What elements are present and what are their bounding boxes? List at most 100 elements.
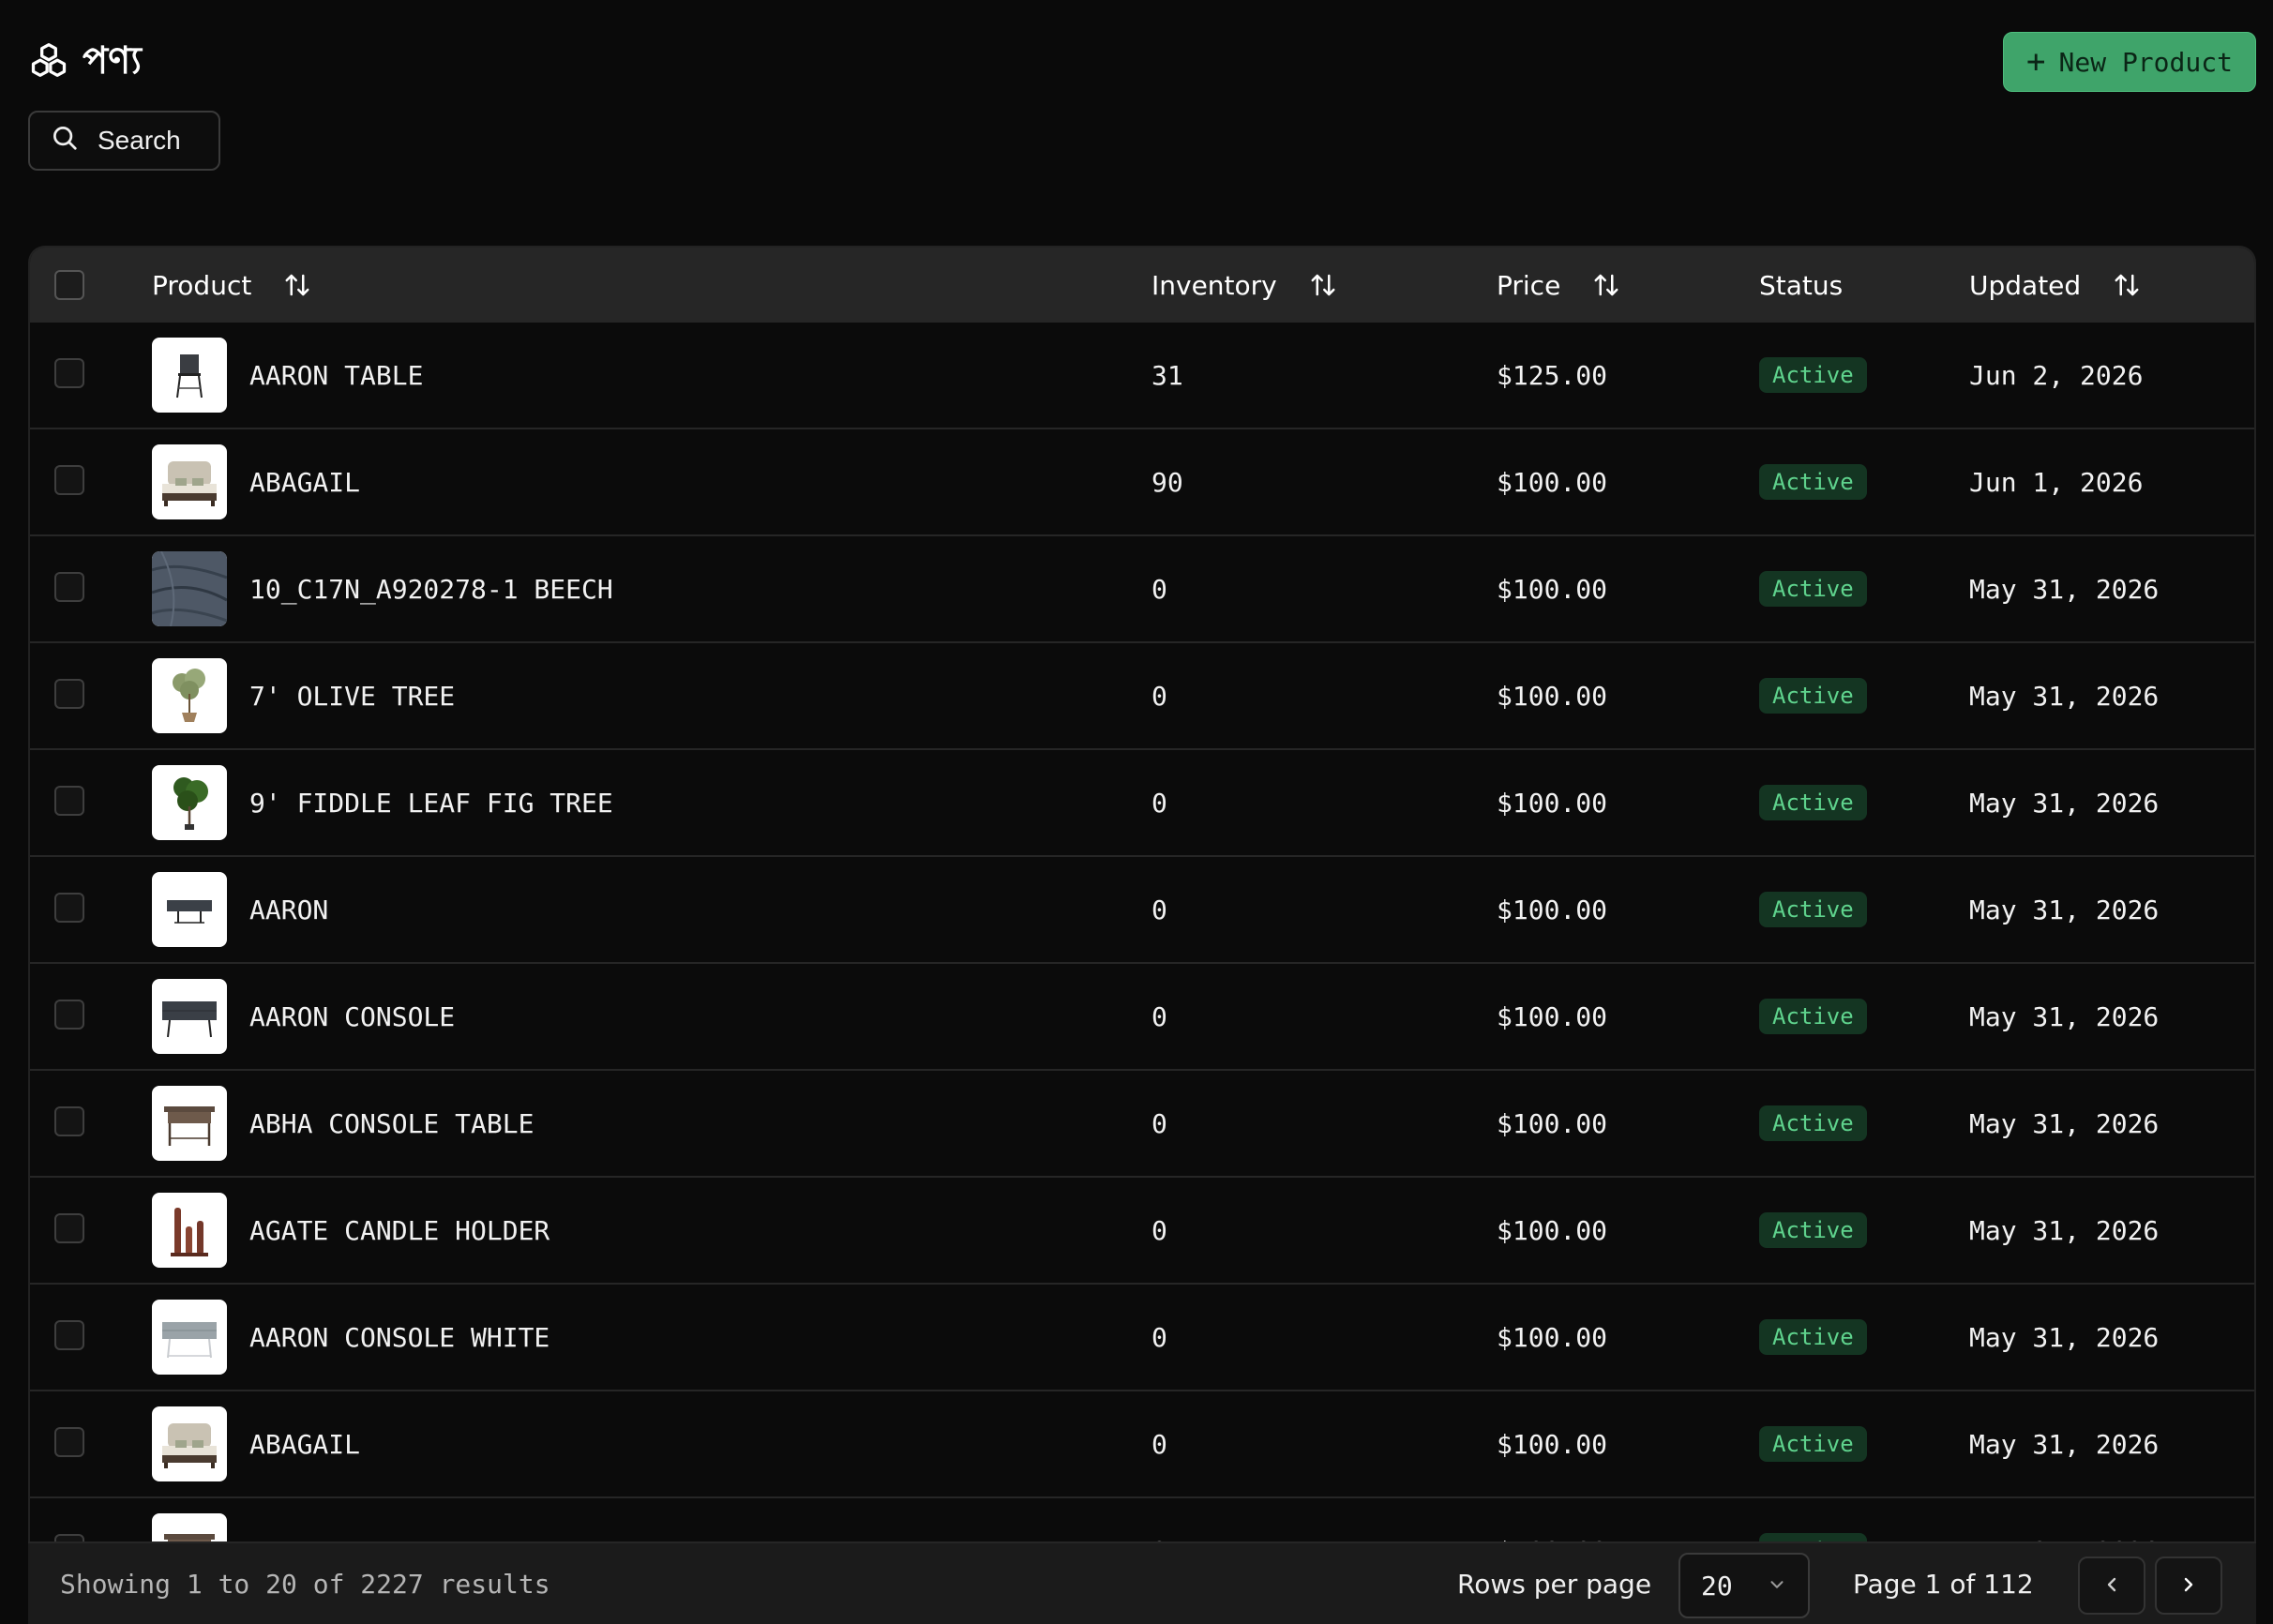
- updated-date: May 31, 2026: [1969, 894, 2160, 925]
- status-badge: Active: [1759, 1212, 1867, 1248]
- page-header: পণ্য + New Product: [28, 32, 2256, 92]
- row-checkbox[interactable]: [54, 786, 84, 816]
- price-value: $100.00: [1497, 1214, 1608, 1246]
- product-thumbnail: [152, 444, 227, 519]
- updated-date: May 31, 2026: [1969, 1321, 2160, 1353]
- page-indicator: Page 1 of 112: [1853, 1568, 2034, 1600]
- row-checkbox[interactable]: [54, 679, 84, 709]
- table-row[interactable]: 9' FIDDLE LEAF FIG TREE 0 $100.00 Active May…: [30, 750, 2254, 857]
- chevron-right-icon: [2177, 1573, 2200, 1599]
- updated-date: May 31, 2026: [1969, 787, 2160, 819]
- product-thumbnail: [152, 979, 227, 1054]
- row-checkbox[interactable]: [54, 358, 84, 388]
- row-checkbox[interactable]: [54, 572, 84, 602]
- product-name[interactable]: 9' FIDDLE LEAF FIG TREE: [249, 750, 613, 855]
- column-product[interactable]: Product: [152, 270, 311, 301]
- updated-date: Jun 1, 2026: [1969, 466, 2144, 498]
- sort-icon[interactable]: [283, 271, 311, 299]
- row-checkbox[interactable]: [54, 1213, 84, 1243]
- next-page-button[interactable]: [2155, 1556, 2222, 1615]
- status-badge: Active: [1759, 999, 1867, 1034]
- page-title: পণ্য: [83, 38, 142, 83]
- status-badge: Active: [1759, 571, 1867, 607]
- product-thumbnail: [152, 765, 227, 840]
- row-checkbox[interactable]: [54, 1320, 84, 1350]
- table-row[interactable]: AARON CONSOLE 0 $100.00 Active May 31, 2026: [30, 964, 2254, 1071]
- status-badge: Active: [1759, 1426, 1867, 1462]
- product-name[interactable]: ABAGAIL: [249, 429, 360, 534]
- column-status-label: Status: [1759, 269, 1844, 301]
- inventory-value: 0: [1152, 1428, 1167, 1460]
- price-value: $100.00: [1497, 1428, 1608, 1460]
- rows-per-page-select[interactable]: 20: [1678, 1553, 1810, 1618]
- price-value: $100.00: [1497, 787, 1608, 819]
- table-row[interactable]: ABAGAIL 0 $100.00 Active May 31, 2026: [30, 1391, 2254, 1498]
- column-status: Status: [1759, 270, 1843, 301]
- inventory-value: 0: [1152, 1000, 1167, 1032]
- new-product-label: New Product: [2058, 46, 2233, 78]
- product-thumbnail: [152, 872, 227, 947]
- table-row[interactable]: AARON 0 $100.00 Active May 31, 2026: [30, 857, 2254, 964]
- product-thumbnail: [152, 1086, 227, 1161]
- sort-icon[interactable]: [2113, 271, 2141, 299]
- previous-page-button[interactable]: [2078, 1556, 2145, 1615]
- product-name[interactable]: AARON CONSOLE WHITE: [249, 1285, 549, 1390]
- product-name[interactable]: 7' OLIVE TREE: [249, 643, 455, 748]
- row-checkbox[interactable]: [54, 1000, 84, 1030]
- search-button[interactable]: Search: [28, 111, 220, 171]
- product-name[interactable]: ABAGAIL: [249, 1391, 360, 1496]
- column-product-label: Product: [152, 269, 252, 301]
- sort-icon[interactable]: [1592, 271, 1620, 299]
- column-updated[interactable]: Updated: [1969, 270, 2141, 301]
- select-all-checkbox[interactable]: [54, 270, 84, 300]
- inventory-value: 0: [1152, 1214, 1167, 1246]
- product-name[interactable]: 10_C17N_A920278-1 BEECH: [249, 536, 613, 641]
- chevron-down-icon: [1767, 1571, 1787, 1601]
- inventory-value: 0: [1152, 1321, 1167, 1353]
- inventory-value: 0: [1152, 894, 1167, 925]
- price-value: $100.00: [1497, 1107, 1608, 1139]
- price-value: $125.00: [1497, 359, 1608, 391]
- product-name[interactable]: ABHA CONSOLE TABLE: [249, 1071, 534, 1176]
- cubes-icon: [28, 41, 69, 83]
- updated-date: Jun 2, 2026: [1969, 359, 2144, 391]
- price-value: $100.00: [1497, 680, 1608, 712]
- rows-per-page-value: 20: [1701, 1570, 1733, 1601]
- inventory-value: 90: [1152, 466, 1183, 498]
- price-value: $100.00: [1497, 894, 1608, 925]
- product-name[interactable]: AARON TABLE: [249, 323, 423, 428]
- new-product-button[interactable]: + New Product: [2003, 32, 2256, 92]
- row-checkbox[interactable]: [54, 465, 84, 495]
- price-value: $100.00: [1497, 466, 1608, 498]
- table-row[interactable]: AARON TABLE 31 $125.00 Active Jun 2, 2026: [30, 323, 2254, 429]
- product-name[interactable]: AARON CONSOLE: [249, 964, 455, 1069]
- product-thumbnail: [152, 1193, 227, 1268]
- status-badge: Active: [1759, 357, 1867, 393]
- product-thumbnail: [152, 1406, 227, 1481]
- price-value: $100.00: [1497, 1321, 1608, 1353]
- column-updated-label: Updated: [1969, 269, 2082, 301]
- column-inventory[interactable]: Inventory: [1152, 270, 1337, 301]
- product-name[interactable]: AGATE CANDLE HOLDER: [249, 1178, 549, 1283]
- table-row[interactable]: ABAGAIL 90 $100.00 Active Jun 1, 2026: [30, 429, 2254, 536]
- table-row[interactable]: AGATE CANDLE HOLDER 0 $100.00 Active May 31,…: [30, 1178, 2254, 1285]
- row-checkbox[interactable]: [54, 1106, 84, 1136]
- table-row[interactable]: AARON CONSOLE WHITE 0 $100.00 Active May 31,…: [30, 1285, 2254, 1391]
- results-summary: Showing 1 to 20 of 2227 results: [60, 1568, 550, 1600]
- chevron-left-icon: [2100, 1573, 2123, 1599]
- column-price[interactable]: Price: [1497, 270, 1620, 301]
- product-thumbnail: [152, 1300, 227, 1375]
- status-badge: Active: [1759, 892, 1867, 927]
- table-row[interactable]: 7' OLIVE TREE 0 $100.00 Active May 31, 2026: [30, 643, 2254, 750]
- table-row[interactable]: 10_C17N_A920278-1 BEECH 0 $100.00 Active May…: [30, 536, 2254, 643]
- inventory-value: 0: [1152, 787, 1167, 819]
- updated-date: May 31, 2026: [1969, 1214, 2160, 1246]
- rows-per-page-label: Rows per page: [1457, 1568, 1652, 1600]
- updated-date: May 31, 2026: [1969, 1107, 2160, 1139]
- row-checkbox[interactable]: [54, 1427, 84, 1457]
- table-row[interactable]: ABHA CONSOLE TABLE 0 $100.00 Active May 31, …: [30, 1071, 2254, 1178]
- row-checkbox[interactable]: [54, 893, 84, 923]
- sort-icon[interactable]: [1309, 271, 1337, 299]
- status-badge: Active: [1759, 785, 1867, 820]
- product-name[interactable]: AARON: [249, 857, 328, 962]
